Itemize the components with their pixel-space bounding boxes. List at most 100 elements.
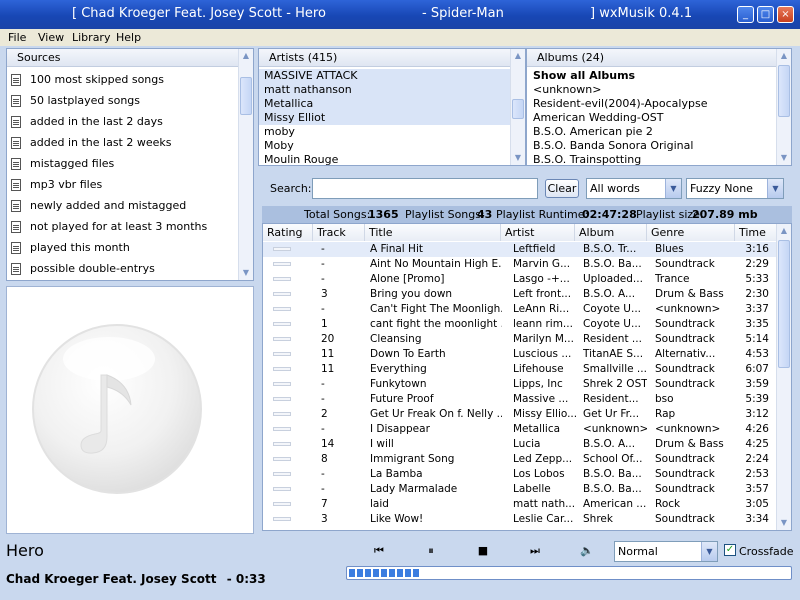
- table-row[interactable]: 1 cant fight the moonlight ... leann rim..…: [263, 317, 778, 332]
- close-button[interactable]: ×: [777, 6, 794, 23]
- artist-item[interactable]: Metallica: [259, 97, 511, 111]
- album-item[interactable]: Resident-evil(2004)-Apocalypse: [527, 97, 777, 111]
- album-item[interactable]: Show all Albums: [527, 69, 777, 83]
- crossfade-label[interactable]: Crossfade: [739, 545, 794, 558]
- playback-progress-bar[interactable]: [346, 566, 792, 580]
- source-item[interactable]: mp3 vbr files: [7, 178, 237, 192]
- rating-stars[interactable]: [273, 487, 291, 491]
- rating-stars[interactable]: [273, 277, 291, 281]
- artist-item[interactable]: Missy Elliot: [259, 111, 511, 125]
- window-titlebar[interactable]: [ Chad Kroeger Feat. Josey Scott - Hero …: [0, 0, 800, 29]
- clear-button[interactable]: Clear: [545, 179, 579, 198]
- scroll-up-icon[interactable]: ▲: [777, 49, 791, 63]
- rating-stars[interactable]: [273, 307, 291, 311]
- scroll-down-icon[interactable]: ▼: [511, 151, 525, 165]
- album-item[interactable]: B.S.O. Trainspotting: [527, 153, 777, 165]
- column-header-track[interactable]: Track: [313, 224, 365, 241]
- menu-library[interactable]: Library: [72, 31, 110, 44]
- chevron-down-icon[interactable]: ▼: [665, 179, 681, 198]
- search-input[interactable]: [312, 178, 538, 199]
- table-row[interactable]: 20 Cleansing Marilyn M... Resident ... Sound…: [263, 332, 778, 347]
- table-row[interactable]: 11 Everything Lifehouse Smallville ... Sound…: [263, 362, 778, 377]
- artist-item[interactable]: matt nathanson: [259, 83, 511, 97]
- column-header-time[interactable]: Time: [735, 224, 778, 241]
- stop-icon[interactable]: ■: [472, 543, 494, 559]
- rating-stars[interactable]: [273, 517, 291, 521]
- scroll-thumb[interactable]: [240, 77, 252, 115]
- scroll-thumb[interactable]: [778, 65, 790, 117]
- table-row[interactable]: - I Disappear Metallica <unknown> <unknown> 4…: [263, 422, 778, 437]
- tracks-scrollbar[interactable]: ▲ ▼: [776, 224, 791, 530]
- rating-stars[interactable]: [273, 337, 291, 341]
- table-row[interactable]: 14 I will Lucia B.S.O. A... Drum & Bass 4:25: [263, 437, 778, 452]
- artist-item[interactable]: Moulin Rouge: [259, 153, 511, 165]
- source-item[interactable]: 50 lastplayed songs: [7, 94, 237, 108]
- scroll-thumb[interactable]: [778, 240, 790, 368]
- previous-track-icon[interactable]: ⏮: [368, 543, 390, 559]
- album-item[interactable]: B.S.O. American pie 2: [527, 125, 777, 139]
- table-row[interactable]: - Funkytown Lipps, Inc Shrek 2 OST Soundtrac…: [263, 377, 778, 392]
- table-row[interactable]: 3 Like Wow! Leslie Car... Shrek Soundtrack 3:…: [263, 512, 778, 527]
- scroll-down-icon[interactable]: ▼: [777, 151, 791, 165]
- table-row[interactable]: 3 Bring you down Left front... B.S.O. A... D…: [263, 287, 778, 302]
- source-item[interactable]: possible double-entrys: [7, 262, 237, 276]
- scroll-down-icon[interactable]: ▼: [239, 266, 253, 280]
- sources-scrollbar[interactable]: ▲ ▼: [238, 49, 253, 280]
- menu-view[interactable]: View: [38, 31, 64, 44]
- table-row[interactable]: - Future Proof Massive ... Resident... bso 5:…: [263, 392, 778, 407]
- rating-stars[interactable]: [273, 502, 291, 506]
- scroll-up-icon[interactable]: ▲: [511, 49, 525, 63]
- search-mode-select[interactable]: All words ▼: [586, 178, 682, 199]
- source-item[interactable]: played this month: [7, 241, 237, 255]
- table-row[interactable]: - Can't Fight The Moonligh... LeAnn Ri... C…: [263, 302, 778, 317]
- fuzzy-select[interactable]: Fuzzy None ▼: [686, 178, 784, 199]
- rating-stars[interactable]: [273, 292, 291, 296]
- table-row[interactable]: 7 laid matt nath... American ... Rock 3:05: [263, 497, 778, 512]
- volume-icon[interactable]: 🔈: [576, 543, 598, 559]
- table-row[interactable]: - Alone [Promo] Lasgo -+... Uploaded... Tran…: [263, 272, 778, 287]
- scroll-up-icon[interactable]: ▲: [239, 49, 253, 63]
- chevron-down-icon[interactable]: ▼: [767, 179, 783, 198]
- maximize-button[interactable]: □: [757, 6, 774, 23]
- chevron-down-icon[interactable]: ▼: [701, 542, 717, 561]
- menu-help[interactable]: Help: [116, 31, 141, 44]
- column-header-rating[interactable]: Rating: [263, 224, 313, 241]
- scroll-down-icon[interactable]: ▼: [777, 516, 791, 530]
- column-header-album[interactable]: Album: [575, 224, 647, 241]
- artist-item[interactable]: MASSIVE ATTACK: [259, 69, 511, 83]
- table-row[interactable]: - A Final Hit Leftfield B.S.O. Tr... Blues 3:…: [263, 242, 778, 257]
- menu-file[interactable]: File: [8, 31, 26, 44]
- column-header-artist[interactable]: Artist: [501, 224, 575, 241]
- artists-scrollbar[interactable]: ▲ ▼: [510, 49, 525, 165]
- source-item[interactable]: not played for at least 3 months: [7, 220, 237, 234]
- source-item[interactable]: added in the last 2 weeks: [7, 136, 237, 150]
- source-item[interactable]: mistagged files: [7, 157, 237, 171]
- table-row[interactable]: - Aint No Mountain High E... Marvin G... B.…: [263, 257, 778, 272]
- album-item[interactable]: B.S.O. Banda Sonora Original: [527, 139, 777, 153]
- album-item[interactable]: <unknown>: [527, 83, 777, 97]
- rating-stars[interactable]: [273, 382, 291, 386]
- table-row[interactable]: - Lady Marmalade Labelle B.S.O. Ba... Soundt…: [263, 482, 778, 497]
- rating-stars[interactable]: [273, 367, 291, 371]
- rating-stars[interactable]: [273, 472, 291, 476]
- column-header-title[interactable]: Title: [365, 224, 501, 241]
- source-item[interactable]: newly added and mistagged: [7, 199, 237, 213]
- artist-item[interactable]: moby: [259, 125, 511, 139]
- crossfade-checkbox[interactable]: ✓: [724, 544, 736, 556]
- table-row[interactable]: 8 Immigrant Song Led Zepp... School Of... So…: [263, 452, 778, 467]
- rating-stars[interactable]: [273, 397, 291, 401]
- table-row[interactable]: - La Bamba Los Lobos B.S.O. Ba... Soundtrack…: [263, 467, 778, 482]
- album-item[interactable]: American Wedding-OST: [527, 111, 777, 125]
- rating-stars[interactable]: [273, 247, 291, 251]
- rating-stars[interactable]: [273, 322, 291, 326]
- rating-stars[interactable]: [273, 427, 291, 431]
- next-track-icon[interactable]: ⏭: [524, 543, 546, 559]
- albums-scrollbar[interactable]: ▲ ▼: [776, 49, 791, 165]
- table-row[interactable]: 2 Get Ur Freak On f. Nelly ... Missy Ellio…: [263, 407, 778, 422]
- play-mode-select[interactable]: Normal ▼: [614, 541, 718, 562]
- source-item[interactable]: 100 most skipped songs: [7, 73, 237, 87]
- rating-stars[interactable]: [273, 442, 291, 446]
- rating-stars[interactable]: [273, 262, 291, 266]
- rating-stars[interactable]: [273, 352, 291, 356]
- table-row[interactable]: 11 Down To Earth Luscious ... TitanAE S... A…: [263, 347, 778, 362]
